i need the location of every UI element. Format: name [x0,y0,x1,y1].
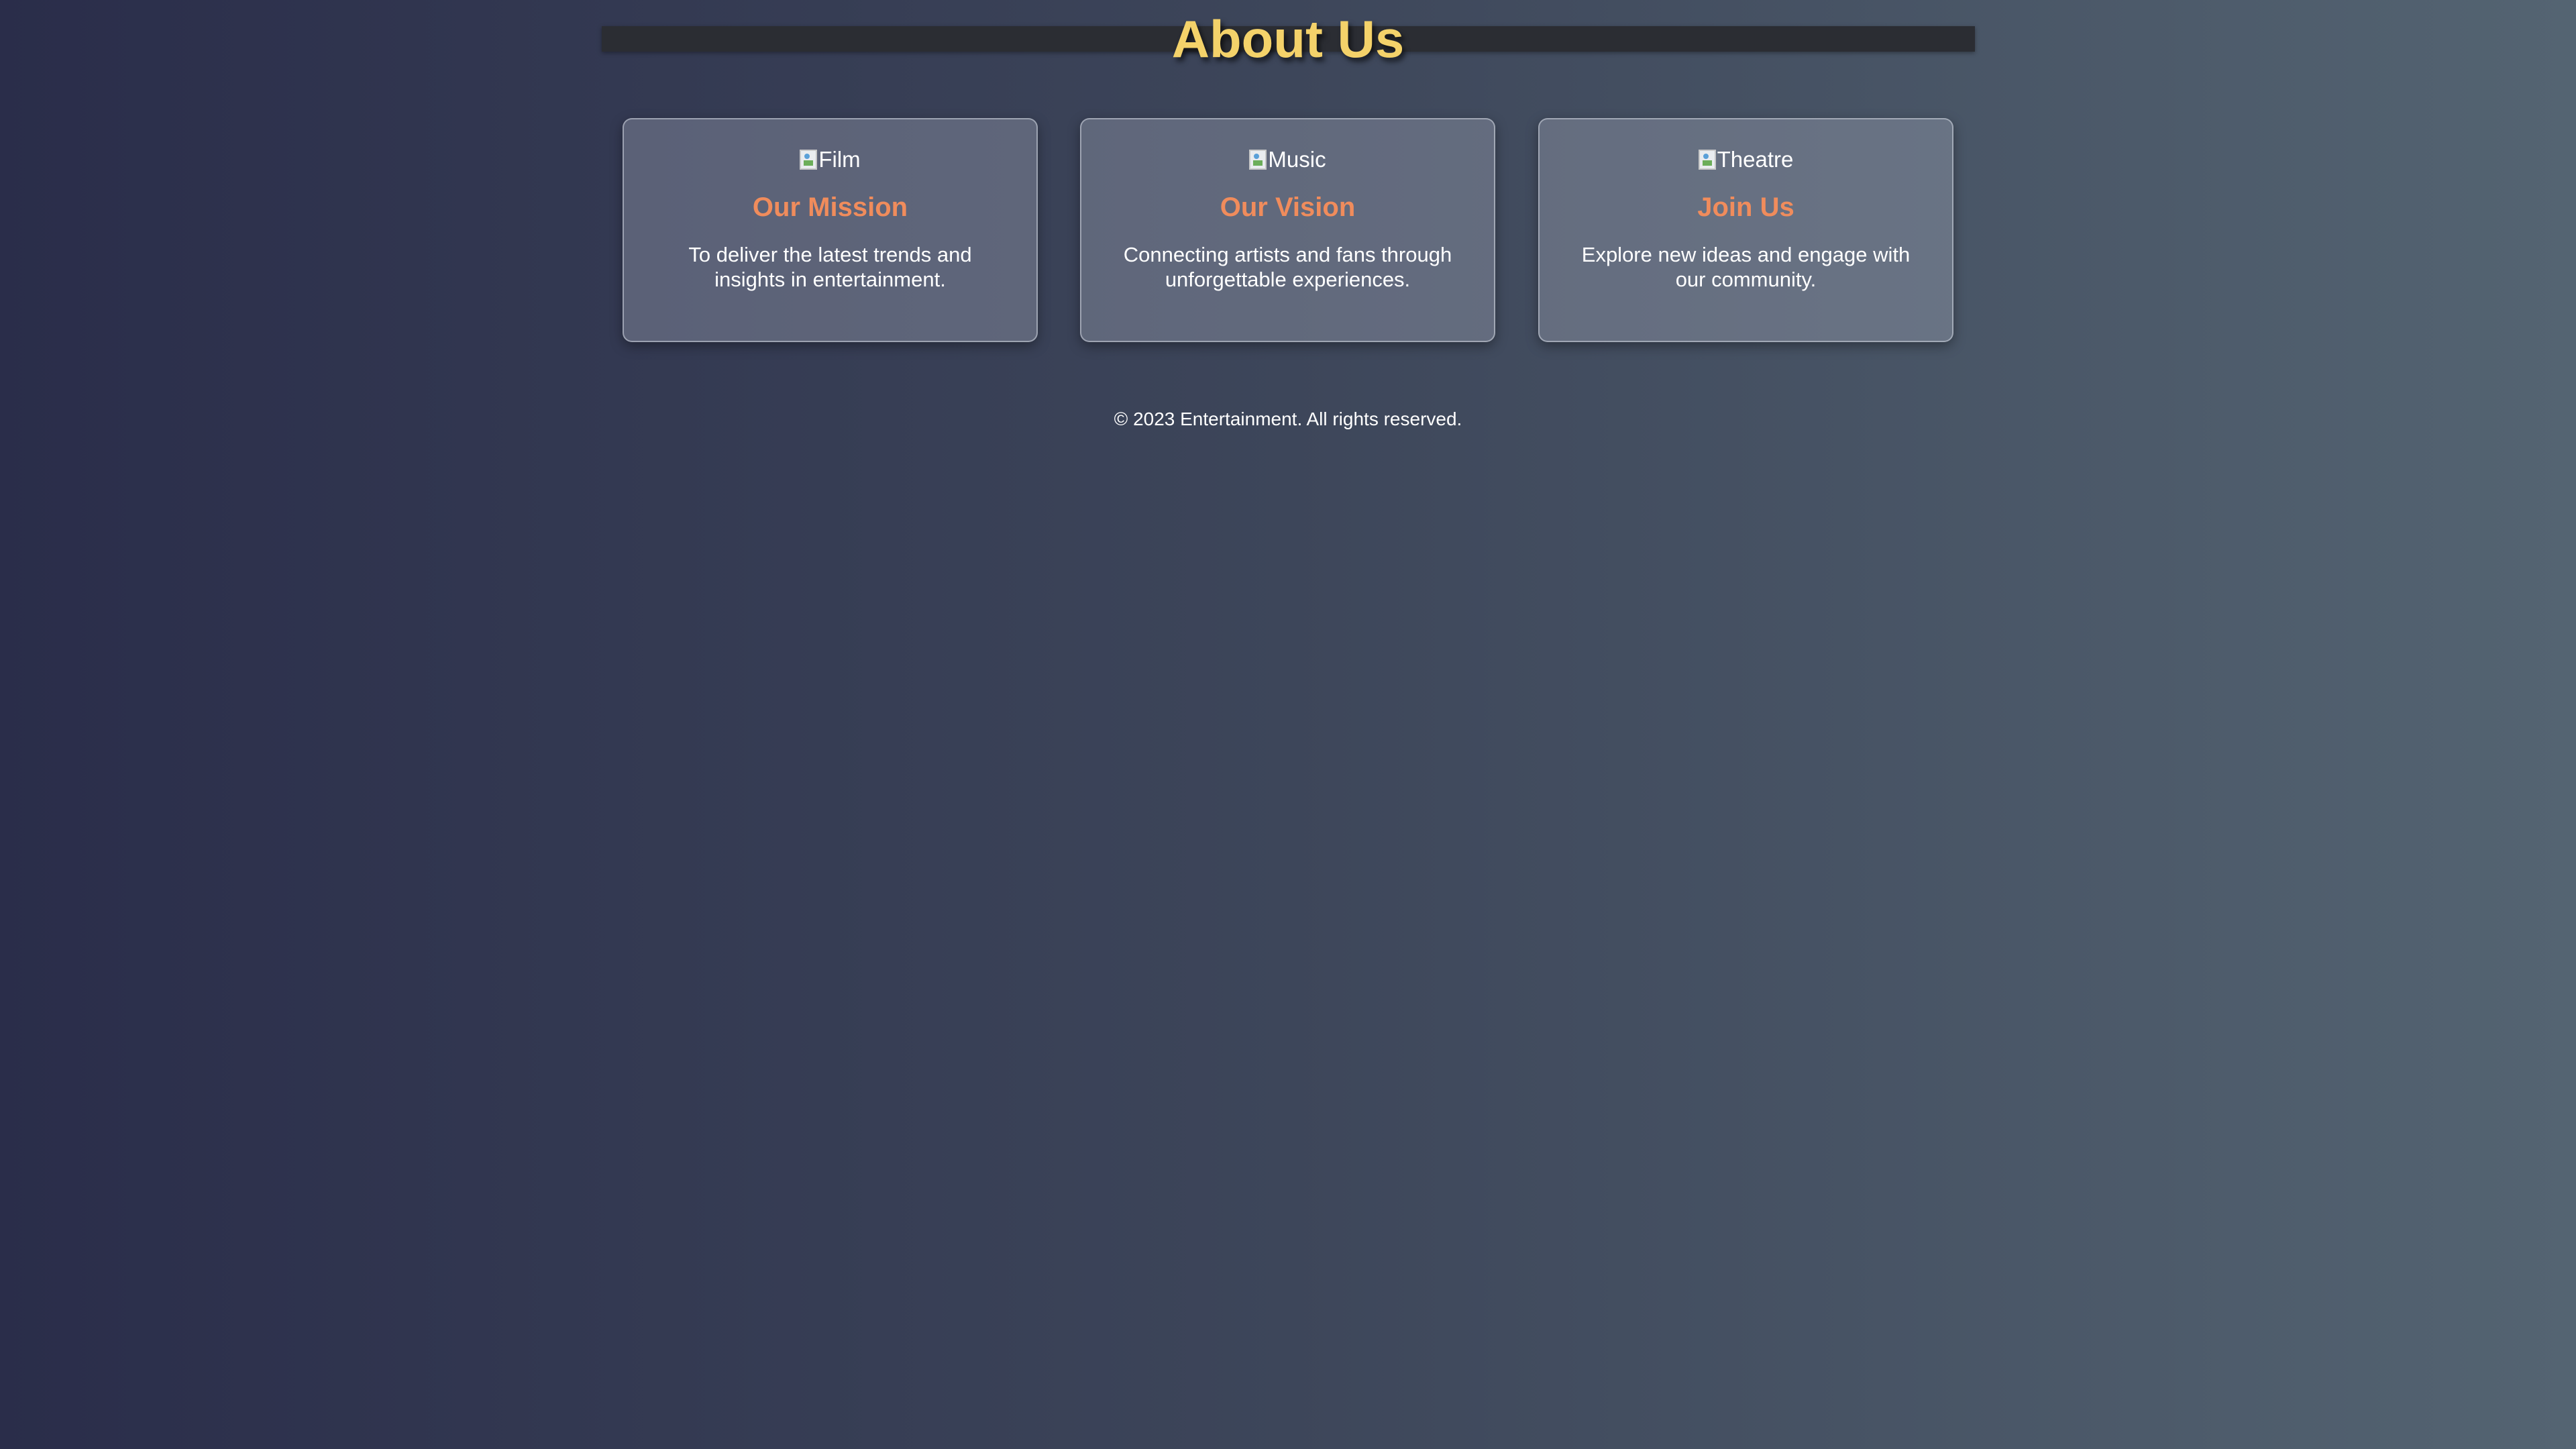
card-title: Join Us [1697,193,1794,222]
card-join: Theatre Join Us Explore new ideas and en… [1538,118,1953,342]
footer-copyright: © 2023 Entertainment. All rights reserve… [1114,409,1462,429]
card-text: Explore new ideas and engage with our co… [1581,243,1911,291]
card-title: Our Vision [1220,193,1356,222]
broken-image-icon [1249,150,1267,170]
card-title: Our Mission [752,193,908,222]
card-mission: Film Our Mission To deliver the latest t… [623,118,1038,342]
card-image-theatre: Theatre [1540,145,1952,174]
page-title: About Us [1171,9,1405,68]
card-image-alt: Film [818,147,861,172]
card-image-alt: Theatre [1717,147,1794,172]
card-text: To deliver the latest trends and insight… [688,243,972,291]
card-image-alt: Music [1268,147,1326,172]
card-text: Connecting artists and fans through unfo… [1123,243,1452,291]
broken-image-icon [800,150,818,170]
card-vision: Music Our Vision Connecting artists and … [1080,118,1495,342]
broken-image-icon [1698,150,1716,170]
card-image-film: Film [624,145,1036,174]
card-image-music: Music [1081,145,1494,174]
